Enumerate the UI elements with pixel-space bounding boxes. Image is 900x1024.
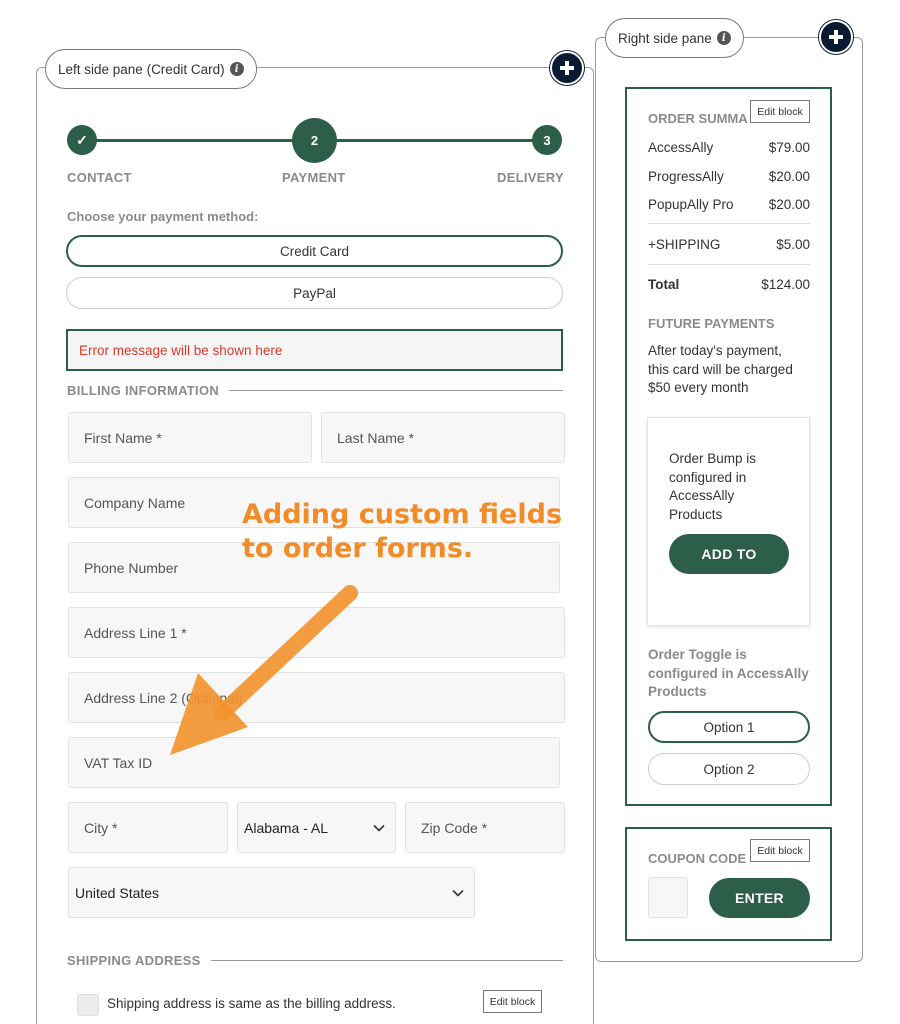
edit-block-button[interactable]: Edit block: [750, 100, 810, 123]
left-pane-label-text: Left side pane (Credit Card): [58, 61, 225, 77]
annotation-line-1: Adding custom fields: [242, 499, 563, 530]
future-payments-line: $50 every month: [648, 380, 749, 395]
total-row: Total $124.00: [648, 277, 810, 292]
annotation-line-2: to order forms.: [242, 533, 474, 564]
right-pane-label: Right side pane i: [605, 18, 744, 58]
right-pane-label-text: Right side pane: [618, 30, 712, 46]
order-toggle-text: Order Toggle is configured in AccessAlly…: [648, 646, 809, 702]
annotation-arrow-icon: [170, 585, 358, 755]
country-select-value: United States: [75, 884, 160, 901]
coupon-code-input[interactable]: [648, 877, 688, 918]
left-pane-label: Left side pane (Credit Card) i: [45, 49, 257, 89]
chevron-down-icon: [373, 824, 385, 832]
option-1-button[interactable]: Option 1: [648, 711, 810, 743]
option-2-button[interactable]: Option 2: [648, 753, 810, 785]
future-payments-line: After today's payment,: [648, 343, 782, 358]
step-payment-label: PAYMENT: [282, 170, 346, 185]
coupon-heading: COUPON CODE: [648, 851, 747, 866]
edit-block-button[interactable]: Edit block: [483, 990, 542, 1013]
add-to-order-button[interactable]: ADD TO: [669, 534, 789, 574]
shipping-heading-text: SHIPPING ADDRESS: [67, 953, 201, 968]
city-field[interactable]: City *: [68, 802, 228, 853]
info-icon[interactable]: i: [229, 62, 244, 76]
shipping-row: +SHIPPING $5.00: [648, 237, 810, 252]
shipping-heading-rule: [210, 960, 563, 961]
billing-heading: BILLING INFORMATION: [67, 383, 563, 398]
order-toggle-line: Products: [648, 684, 707, 699]
order-item-row: PopupAlly Pro $20.00: [648, 197, 810, 212]
same-as-billing-label: Shipping address is same as the billing …: [107, 996, 396, 1011]
order-toggle-line: Order Toggle is: [648, 647, 747, 662]
order-bump-line: AccessAlly: [669, 488, 735, 503]
order-item-name: PopupAlly Pro: [648, 197, 734, 212]
step-contact-label: CONTACT: [67, 170, 132, 185]
order-item-name: ProgressAlly: [648, 169, 724, 184]
enter-coupon-button[interactable]: ENTER: [709, 878, 810, 918]
summary-divider: [648, 223, 810, 224]
future-payments-heading: FUTURE PAYMENTS: [648, 316, 775, 331]
annotation-text: Adding custom fields to order forms.: [242, 498, 562, 566]
info-icon[interactable]: i: [716, 31, 731, 45]
zip-code-field[interactable]: Zip Code *: [405, 802, 565, 853]
billing-heading-rule: [229, 390, 563, 391]
step-contact-marker: ✓: [67, 125, 97, 155]
last-name-field[interactable]: Last Name *: [321, 412, 565, 463]
order-item-row: ProgressAlly $20.00: [648, 169, 810, 184]
order-bump-line: configured in: [669, 469, 747, 485]
future-payments-text: After today's payment, this card will be…: [648, 342, 793, 398]
shipping-heading: SHIPPING ADDRESS: [67, 953, 563, 968]
future-payments-line: this card will be charged: [648, 361, 793, 377]
state-select-value: Alabama - AL: [244, 819, 329, 836]
step-payment-marker: 2: [292, 118, 337, 163]
shipping-name: +SHIPPING: [648, 237, 721, 252]
order-bump-line: Products: [669, 506, 723, 522]
order-item-price: $20.00: [768, 197, 810, 212]
add-block-plus-icon[interactable]: [550, 51, 584, 85]
order-item-row: AccessAlly $79.00: [648, 140, 810, 155]
payment-method-prompt: Choose your payment method:: [67, 209, 259, 224]
summary-divider: [648, 264, 810, 265]
state-select[interactable]: Alabama - AL: [237, 802, 396, 853]
error-message-text: Error message will be shown here: [79, 342, 283, 358]
country-select[interactable]: United States: [68, 867, 475, 918]
edit-block-button[interactable]: Edit block: [750, 839, 810, 862]
order-bump-text: Order Bump is configured in AccessAlly P…: [669, 450, 756, 524]
credit-card-button[interactable]: Credit Card: [66, 235, 563, 267]
order-toggle-line: configured in AccessAlly: [648, 665, 809, 681]
order-item-price: $79.00: [768, 140, 810, 155]
order-item-price: $20.00: [768, 169, 810, 184]
billing-heading-text: BILLING INFORMATION: [67, 383, 220, 398]
order-item-name: AccessAlly: [648, 140, 714, 155]
total-price: $124.00: [761, 277, 810, 292]
chevron-down-icon: [452, 889, 464, 897]
first-name-field[interactable]: First Name *: [68, 412, 312, 463]
error-message-box: Error message will be shown here: [66, 329, 563, 371]
order-bump-line: Order Bump is: [669, 451, 757, 466]
shipping-price: $5.00: [776, 237, 810, 252]
total-label: Total: [648, 277, 680, 292]
order-summary-heading: ORDER SUMMA: [648, 111, 748, 126]
paypal-button[interactable]: PayPal: [66, 277, 563, 309]
step-delivery-marker: 3: [532, 125, 562, 155]
add-block-plus-icon[interactable]: [819, 20, 853, 54]
step-delivery-label: DELIVERY: [497, 170, 564, 185]
same-as-billing-checkbox[interactable]: [77, 994, 99, 1016]
